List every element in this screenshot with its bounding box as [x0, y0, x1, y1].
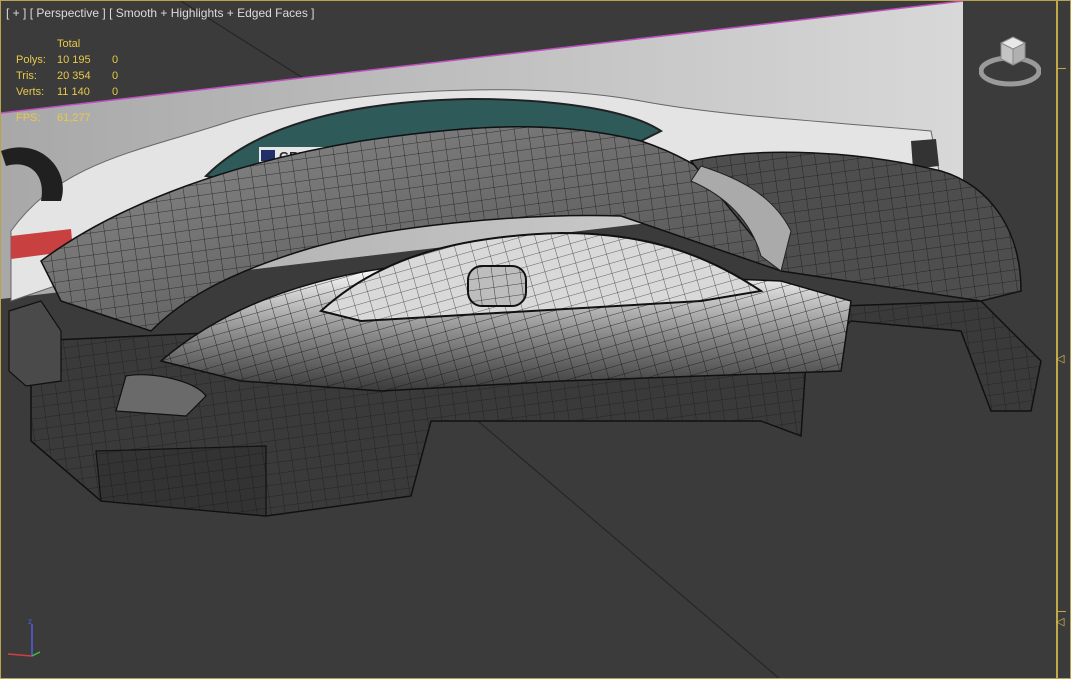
- ruler-tick: [1058, 611, 1066, 612]
- stats-total: 10 195: [57, 54, 91, 66]
- stats-header-row: Total: [16, 36, 132, 52]
- viewport-right-border: [1056, 1, 1058, 678]
- stats-total-header: Total: [57, 38, 81, 50]
- viewport-view-button[interactable]: [ Perspective ]: [30, 6, 106, 20]
- stats-total: 20 354: [57, 70, 91, 82]
- axis-tripod-icon: z: [7, 617, 41, 657]
- fps-value: 61,277: [57, 112, 91, 124]
- viewport-menu-button[interactable]: [ + ]: [6, 6, 26, 20]
- stats-selected: 0: [112, 70, 119, 82]
- triangle-left-icon[interactable]: ◁: [1056, 352, 1064, 365]
- ruler-tick: [1058, 68, 1066, 69]
- svg-text:z: z: [28, 617, 32, 626]
- stats-label: Tris:: [16, 70, 37, 82]
- stats-label: Verts:: [16, 86, 45, 98]
- stats-row-tris: Tris: 20 354 0: [16, 68, 132, 84]
- stats-row-fps: FPS: 61,277: [16, 110, 132, 126]
- stats-label: Polys:: [16, 54, 46, 66]
- viewport-label: [ + ] [ Perspective ] [ Smooth + Highlig…: [6, 6, 315, 20]
- stats-row-verts: Verts: 11 140 0: [16, 84, 132, 100]
- stats-selected: 0: [112, 54, 119, 66]
- scene-canvas[interactable]: GRE: [1, 1, 1071, 679]
- perspective-viewport[interactable]: GRE: [0, 0, 1071, 679]
- viewcube-icon[interactable]: [979, 33, 1041, 89]
- statistics-overlay: Total Polys: 10 195 0 Tris: 20 354 0 Ver…: [16, 36, 132, 126]
- viewport-shading-button[interactable]: [ Smooth + Highlights + Edged Faces ]: [109, 6, 314, 20]
- triangle-left-icon[interactable]: ◁: [1056, 615, 1064, 628]
- stats-selected: 0: [112, 86, 119, 98]
- fps-label: FPS:: [16, 112, 41, 124]
- stats-row-polys: Polys: 10 195 0: [16, 52, 132, 68]
- stats-total: 11 140: [57, 86, 90, 98]
